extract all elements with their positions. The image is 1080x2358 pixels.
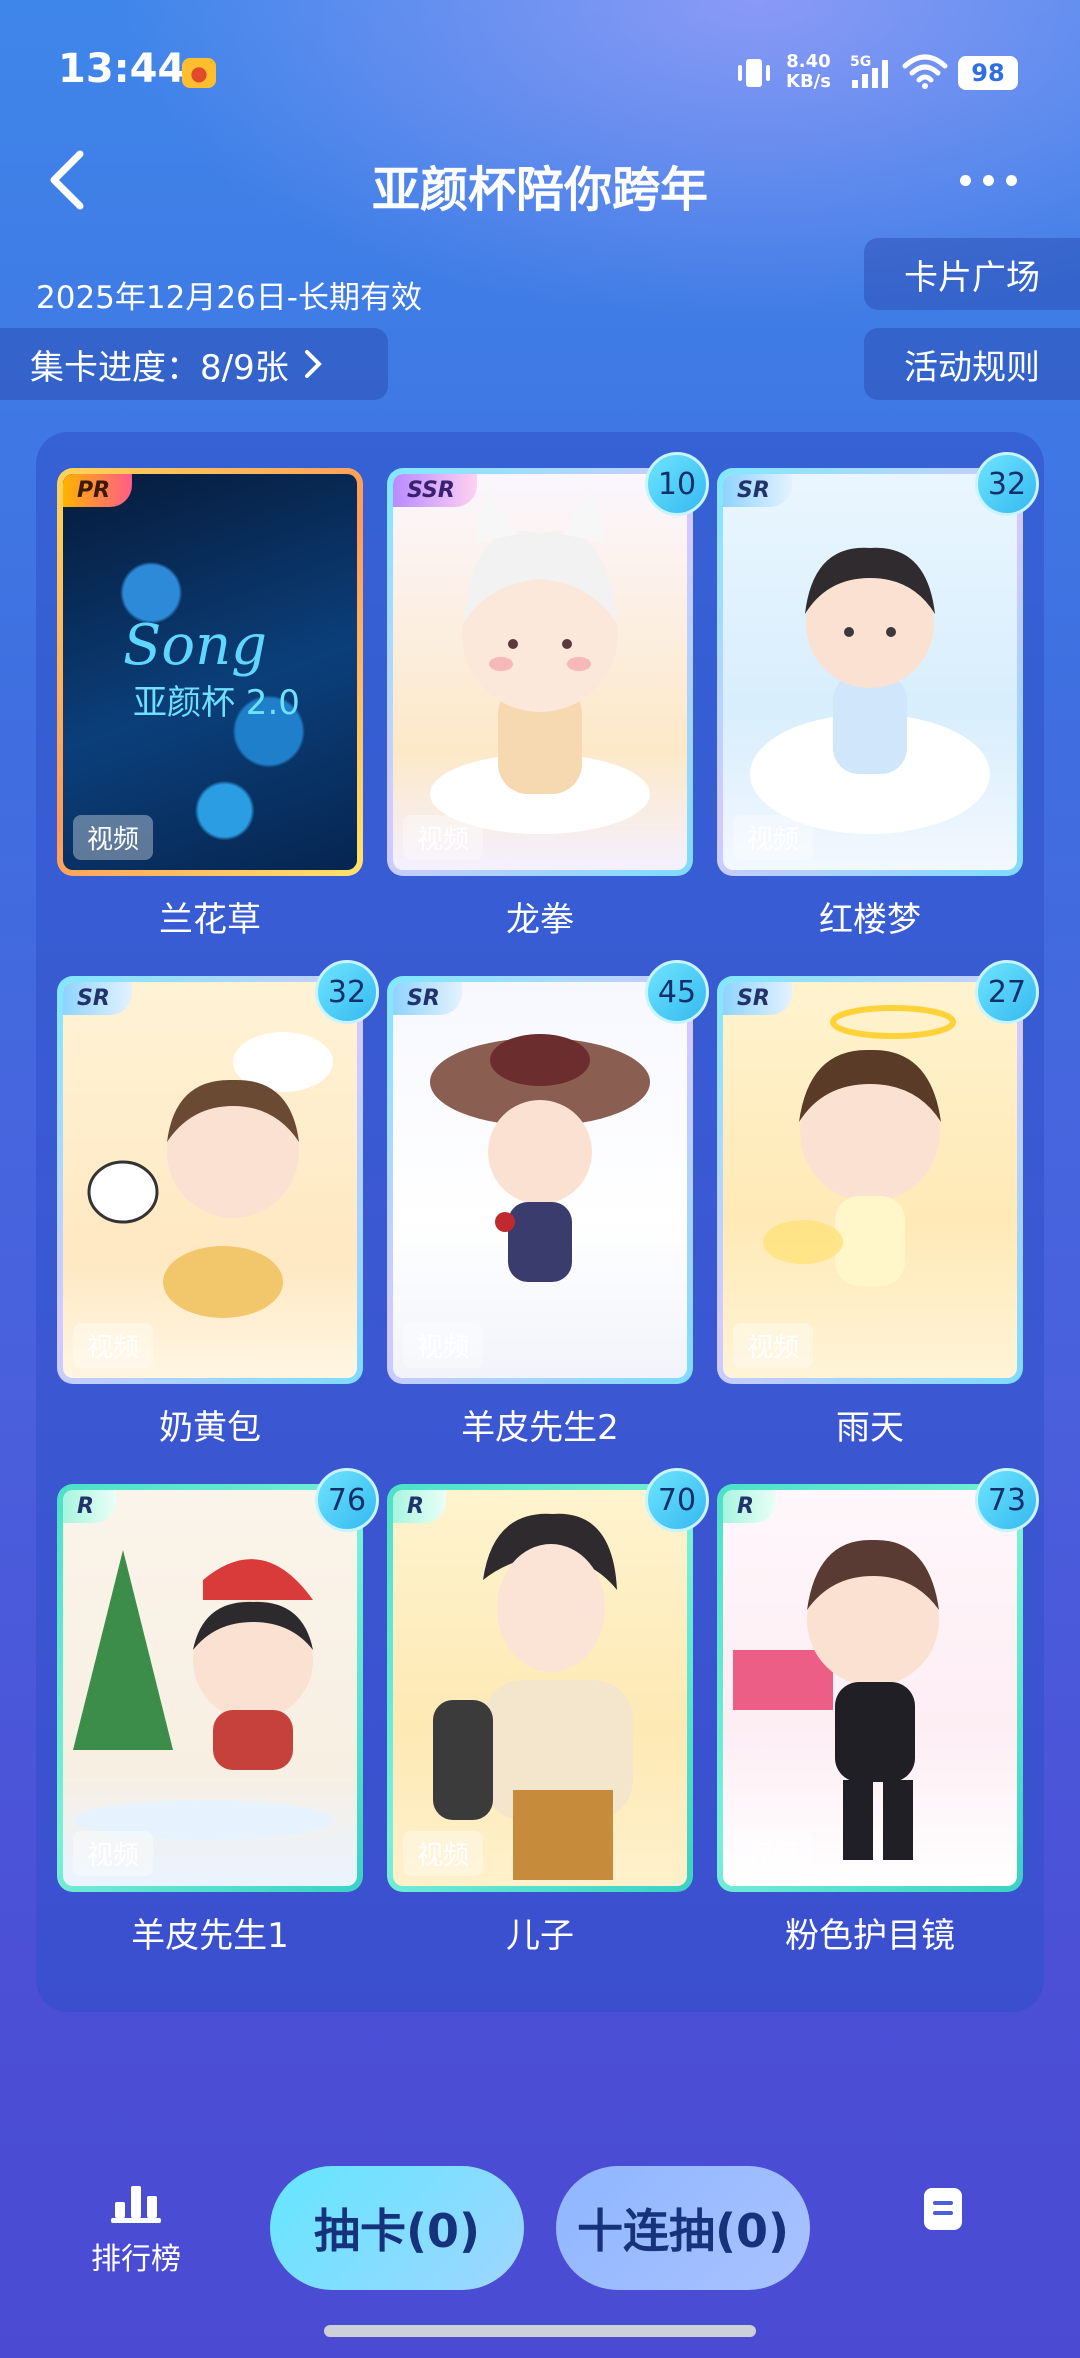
video-tag: 视频 <box>73 1831 154 1876</box>
network-speed: 8.40 KB/s <box>786 51 831 92</box>
card-item[interactable]: R 视频 70 <box>387 1468 709 1892</box>
rarity-badge: SSR <box>393 474 477 507</box>
card-item[interactable]: SR 视频 27 <box>717 960 1039 1384</box>
wifi-icon <box>902 54 948 89</box>
card-art: SR 视频 <box>63 982 357 1378</box>
card-count-badge: 73 <box>975 1468 1039 1532</box>
card-count-badge: 45 <box>645 960 709 1024</box>
chibi-illustration <box>430 1034 650 1282</box>
card-count-badge: 32 <box>975 452 1039 516</box>
weibo-icon: ● <box>182 58 216 88</box>
card-item[interactable]: SR 视频 32 <box>717 452 1039 876</box>
clock: 13:44 <box>58 46 186 92</box>
card-item[interactable]: R 视频 76 <box>57 1468 379 1892</box>
card-item[interactable]: Song 亚颜杯 2.0 PR 视频 <box>57 468 363 876</box>
event-date: 2025年12月26日-长期有效 <box>36 280 422 316</box>
rarity-badge: SR <box>723 982 792 1015</box>
video-tag: 视频 <box>73 1323 154 1368</box>
card-item[interactable]: SR 视频 32 <box>57 960 379 1384</box>
portrait-illustration <box>433 1513 633 1880</box>
card-item[interactable]: R 视频 73 <box>717 1468 1039 1892</box>
leaderboard-button[interactable]: 排行榜 <box>76 2180 196 2278</box>
card-art: R 视频 <box>723 1490 1017 1886</box>
video-tag: 视频 <box>733 815 814 860</box>
card-art: R 视频 <box>393 1490 687 1886</box>
chevron-right-icon <box>304 350 322 378</box>
rarity-badge: PR <box>63 474 133 507</box>
card-plaza-button[interactable]: 卡片广场 <box>864 238 1080 310</box>
leaderboard-icon <box>111 2186 161 2223</box>
video-tag: 视频 <box>403 1831 484 1876</box>
card-name: 羊皮先生2 <box>461 1408 619 1448</box>
status-bar: 13:44 ● 8.40 KB/s 5G 98 <box>0 0 1080 140</box>
signal-icon: 5G <box>850 54 888 88</box>
draw-card-button[interactable]: 抽卡(0) <box>270 2166 524 2290</box>
card-collection-panel: Song 亚颜杯 2.0 PR 视频 兰花草 SSR 视频 10 龙拳 SR 视… <box>36 432 1044 2012</box>
card-item[interactable]: SR 视频 45 <box>387 960 709 1384</box>
card-count-badge: 27 <box>975 960 1039 1024</box>
card-art: SR 视频 <box>723 474 1017 870</box>
chibi-illustration <box>73 1550 333 1840</box>
video-tag: 视频 <box>733 1323 814 1368</box>
card-art: R 视频 <box>63 1490 357 1886</box>
card-name: 羊皮先生1 <box>131 1916 289 1956</box>
activity-rules-button[interactable]: 活动规则 <box>864 328 1080 400</box>
video-tag: 视频 <box>733 1831 814 1876</box>
card-art: Song 亚颜杯 2.0 PR 视频 <box>63 474 357 870</box>
card-count-badge: 10 <box>645 452 709 516</box>
card-art: SSR 视频 <box>393 474 687 870</box>
ten-draw-button[interactable]: 十连抽(0) <box>556 2166 810 2290</box>
svg-text:5G: 5G <box>850 54 871 70</box>
rarity-badge: SR <box>393 982 462 1015</box>
battery-indicator: 98 <box>958 56 1018 90</box>
rarity-badge: SR <box>723 474 792 507</box>
leaderboard-label: 排行榜 <box>91 2242 181 2277</box>
card-name: 龙拳 <box>506 900 574 940</box>
rarity-badge: SR <box>63 982 132 1015</box>
card-name: 儿子 <box>506 1916 574 1956</box>
card-count-badge: 70 <box>645 1468 709 1532</box>
card-art: SR 视频 <box>393 982 687 1378</box>
card-name: 兰花草 <box>159 900 261 940</box>
card-item[interactable]: SSR 视频 10 <box>387 452 709 876</box>
card-name: 红楼梦 <box>819 900 921 940</box>
page-title: 亚颜杯陪你跨年 <box>371 162 708 218</box>
svg-text:Song: Song <box>123 613 267 678</box>
vibrate-icon <box>738 59 770 87</box>
card-name: 粉色护目镜 <box>785 1916 955 1956</box>
card-name: 奶黄包 <box>159 1408 261 1448</box>
video-tag: 视频 <box>403 815 484 860</box>
chibi-illustration <box>87 1032 333 1318</box>
card-art: SR 视频 <box>723 982 1017 1378</box>
card-count-badge: 76 <box>315 1468 379 1532</box>
progress-label: 集卡进度：8/9张 <box>30 347 289 388</box>
card-count-badge: 32 <box>315 960 379 1024</box>
chibi-illustration <box>763 1005 956 1286</box>
svg-text:亚颜杯 2.0: 亚颜杯 2.0 <box>133 683 300 723</box>
home-indicator[interactable] <box>324 2325 756 2337</box>
chibi-illustration <box>430 484 650 834</box>
song-logo: Song 亚颜杯 2.0 <box>123 613 300 723</box>
note-icon[interactable] <box>920 2184 966 2236</box>
card-name: 雨天 <box>836 1408 904 1448</box>
collection-progress-button[interactable]: 集卡进度：8/9张 <box>0 328 388 400</box>
video-tag: 视频 <box>73 815 154 860</box>
video-tag: 视频 <box>403 1323 484 1368</box>
chibi-illustration <box>733 1539 939 1860</box>
chibi-illustration <box>750 547 990 834</box>
more-options-icon[interactable] <box>960 160 1040 200</box>
